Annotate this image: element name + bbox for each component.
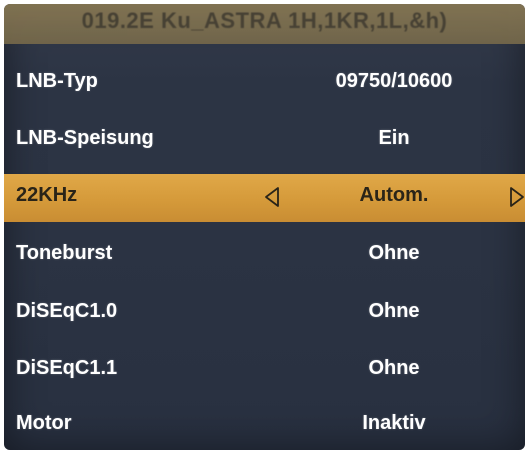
- menu-value-motor: Inaktiv: [362, 412, 426, 434]
- menu-value-toneburst: Ohne: [368, 242, 420, 264]
- menu-label-22khz: 22KHz: [16, 184, 78, 206]
- menu-label-toneburst: Toneburst: [16, 242, 113, 264]
- satellite-name-title: 019.2E Ku_ASTRA 1H,1KR,1L,&h): [81, 8, 448, 33]
- header-bar: 019.2E Ku_ASTRA 1H,1KR,1L,&h): [4, 4, 525, 44]
- satellite-settings-screen: 019.2E Ku_ASTRA 1H,1KR,1L,&h) LNB-Typ 09…: [4, 4, 525, 450]
- menu-row-toneburst[interactable]: Toneburst Ohne: [4, 232, 525, 280]
- right-arrow-icon[interactable]: [509, 186, 525, 208]
- menu-value-diseqc-1-1: Ohne: [368, 357, 420, 379]
- menu-label-motor: Motor: [16, 412, 72, 434]
- menu-row-lnb-speisung[interactable]: LNB-Speisung Ein: [4, 117, 525, 165]
- menu-label-diseqc-1-0: DiSEqC1.0: [16, 300, 118, 322]
- menu-label-diseqc-1-1: DiSEqC1.1: [16, 357, 118, 379]
- menu-value-diseqc-1-0: Ohne: [368, 300, 420, 322]
- menu-value-lnb-speisung: Ein: [378, 127, 410, 149]
- tv-frame: 019.2E Ku_ASTRA 1H,1KR,1L,&h) LNB-Typ 09…: [0, 0, 529, 454]
- menu-label-lnb-speisung: LNB-Speisung: [16, 127, 154, 149]
- menu-row-diseqc-1-0[interactable]: DiSEqC1.0 Ohne: [4, 290, 525, 338]
- menu-label-lnb-typ: LNB-Typ: [16, 70, 98, 92]
- menu-value-lnb-typ: 09750/10600: [335, 70, 453, 92]
- menu-row-motor[interactable]: Motor Inaktiv: [4, 402, 525, 450]
- menu-row-diseqc-1-1[interactable]: DiSEqC1.1 Ohne: [4, 347, 525, 395]
- menu-row-22khz[interactable]: 22KHz Autom.: [4, 174, 525, 222]
- menu-row-lnb-typ[interactable]: LNB-Typ 09750/10600: [4, 60, 525, 108]
- menu-value-22khz: Autom.: [359, 184, 429, 206]
